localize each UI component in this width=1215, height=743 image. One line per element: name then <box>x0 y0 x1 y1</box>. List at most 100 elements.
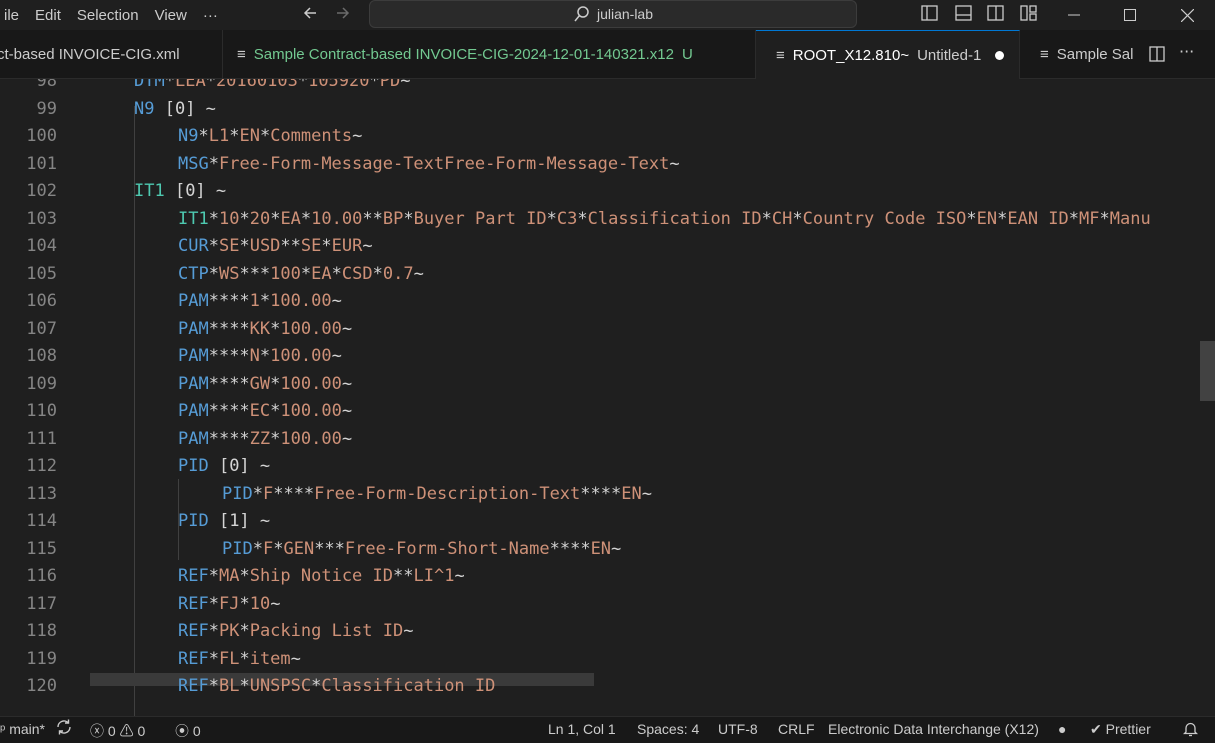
code-text: REF*PK*Packing List ID~ <box>178 621 413 641</box>
token: SE <box>300 236 322 256</box>
double-check-icon: ✔ <box>1090 721 1102 737</box>
token: KK <box>249 318 271 339</box>
code-text: PAM****EC*100.00~ <box>178 401 352 421</box>
forward-arrow-icon[interactable] <box>334 4 352 27</box>
code-line[interactable]: 110 PAM****EC*100.00~ <box>0 401 1215 428</box>
tab-sample-sal[interactable]: ≡ Sample Sal <box>1020 30 1142 78</box>
code-line[interactable]: 100 N9*L1*EN*Comments~ <box>0 126 1215 153</box>
toggle-primary-sidebar-icon[interactable] <box>921 5 938 21</box>
code-line[interactable]: 120 REF*BL*UNSPSC*Classification ID <box>0 676 1215 703</box>
problems-status[interactable]: ⓧ 0 ⚠ 0 <box>90 721 145 741</box>
status-bar: ᵖ main* ⓧ 0 ⚠ 0 ⦿ 0 Ln 1, Col 1 Spaces: … <box>0 716 1215 743</box>
code-line[interactable]: 114 PID [1] ~ <box>0 511 1215 538</box>
code-line[interactable]: 101 MSG*Free-Form-Message-TextFree-Form-M… <box>0 154 1215 181</box>
tab-root-x12-untitled[interactable]: ≡ ROOT_X12.810~ Untitled-1 <box>756 30 1020 79</box>
cursor-position[interactable]: Ln 1, Col 1 <box>548 721 616 737</box>
eol-status[interactable]: CRLF <box>778 721 815 737</box>
token: 20160103 <box>215 79 298 91</box>
code-line[interactable]: 105 CTP*WS***100*EA*CSD*0.7~ <box>0 264 1215 291</box>
notifications-bell-icon[interactable] <box>1182 721 1199 740</box>
token: F <box>262 538 274 559</box>
back-arrow-icon[interactable] <box>301 4 319 27</box>
close-button[interactable] <box>1159 0 1215 30</box>
token: * <box>208 593 219 614</box>
branch-status[interactable]: ᵖ main* <box>0 721 45 737</box>
language-mode[interactable]: Electronic Data Interchange (X12) <box>828 721 1039 737</box>
line-number: 98 <box>36 79 57 91</box>
search-icon <box>574 6 589 22</box>
code-line[interactable]: 117 REF*FJ*10~ <box>0 594 1215 621</box>
untracked-badge: U <box>681 45 693 63</box>
code-line[interactable]: 118 REF*PK*Packing List ID~ <box>0 621 1215 648</box>
code-line[interactable]: 111 PAM****ZZ*100.00~ <box>0 429 1215 456</box>
more-actions-icon[interactable]: ··· <box>1179 42 1194 61</box>
toggle-panel-icon[interactable] <box>955 5 972 21</box>
token: PID <box>178 456 209 476</box>
token: [0] ~ <box>164 181 227 201</box>
token: * <box>966 208 977 229</box>
indentation-status[interactable]: Spaces: 4 <box>637 721 699 737</box>
ports-count: 0 <box>192 723 201 739</box>
token: ~ <box>454 566 465 586</box>
menu-edit[interactable]: Edit <box>27 7 69 24</box>
code-text: PAM****1*100.00~ <box>178 291 342 311</box>
line-number: 103 <box>26 208 57 229</box>
token: * <box>297 79 309 91</box>
code-line[interactable]: 104 CUR*SE*USD**SE*EUR~ <box>0 236 1215 263</box>
command-center-search[interactable]: julian-lab <box>369 0 857 28</box>
tab-sample-contract-x12[interactable]: ≡ Sample Contract-based INVOICE-CIG-2024… <box>223 30 756 78</box>
token: * <box>259 291 271 311</box>
customize-layout-icon[interactable] <box>1020 5 1037 21</box>
encoding-status[interactable]: UTF-8 <box>718 721 758 737</box>
tab-invoice-cig-xml[interactable]: ct-based INVOICE-CIG.xml <box>0 30 223 78</box>
sync-icon[interactable] <box>55 718 73 739</box>
minimize-button[interactable] <box>1046 0 1102 30</box>
token: * <box>208 621 219 641</box>
code-line[interactable]: 103 IT1*10*20*EA*10.00**BP*Buyer Part ID*… <box>0 209 1215 236</box>
split-editor-icon[interactable] <box>1149 46 1165 62</box>
code-line[interactable]: 107 PAM****KK*100.00~ <box>0 319 1215 346</box>
token: EA <box>280 208 301 229</box>
ports-status[interactable]: ⦿ 0 <box>175 721 201 741</box>
vertical-scrollbar[interactable] <box>1200 341 1215 401</box>
code-line[interactable]: 109 PAM****GW*100.00~ <box>0 374 1215 401</box>
code-line[interactable]: 108 PAM****N*100.00~ <box>0 346 1215 373</box>
token: FL <box>218 648 240 669</box>
copilot-icon[interactable]: ● <box>1058 721 1066 737</box>
menu-selection[interactable]: Selection <box>69 7 147 24</box>
token: ~ <box>331 346 342 366</box>
code-line[interactable]: 116 REF*MA*Ship Notice ID**LI^1~ <box>0 566 1215 593</box>
code-line[interactable]: 112 PID [0] ~ <box>0 456 1215 483</box>
branch-icon: ᵖ <box>0 721 6 737</box>
menu-more[interactable]: ··· <box>195 7 226 24</box>
token: Free-Form-Description-Text <box>314 483 581 504</box>
code-line[interactable]: 99 N9 [0] ~ <box>0 99 1215 126</box>
code-line[interactable]: 106 PAM****1*100.00~ <box>0 291 1215 318</box>
token: * <box>372 263 383 284</box>
unsaved-dot-icon[interactable] <box>995 50 1005 60</box>
token: PAM <box>178 373 209 394</box>
token: CTP <box>178 263 209 284</box>
line-number: 107 <box>26 318 57 339</box>
token: N9 <box>134 98 155 119</box>
file-lines-icon: ≡ <box>776 46 785 64</box>
code-line[interactable]: 119 REF*FL*item~ <box>0 649 1215 676</box>
prettier-status[interactable]: ✔ Prettier <box>1090 721 1151 738</box>
toggle-secondary-sidebar-icon[interactable] <box>987 5 1004 21</box>
token: * <box>239 208 250 229</box>
code-line[interactable]: 102 IT1 [0] ~ <box>0 181 1215 208</box>
code-editor[interactable]: 98 DTM*LEA*20160103*105920*PD~ 99 N9 [0] ~1… <box>0 79 1215 716</box>
code-line[interactable]: 115 PID*F*GEN***Free-Form-Short-Name****E… <box>0 539 1215 566</box>
maximize-button[interactable] <box>1102 0 1158 30</box>
token: * <box>577 208 588 229</box>
token: ~ <box>362 236 373 256</box>
code-text: IT1 [0] ~ <box>134 181 226 201</box>
menu-file[interactable]: ile <box>0 7 27 24</box>
menu-view[interactable]: View <box>147 7 195 24</box>
code-line[interactable]: 98 DTM*LEA*20160103*105920*PD~ <box>0 79 1215 98</box>
token: ~ <box>331 291 342 311</box>
code-text: N9*L1*EN*Comments~ <box>178 126 362 146</box>
token: **** <box>208 428 250 449</box>
code-text: MSG*Free-Form-Message-TextFree-Form-Mess… <box>178 154 680 174</box>
code-line[interactable]: 113 PID*F****Free-Form-Description-Text**… <box>0 484 1215 511</box>
